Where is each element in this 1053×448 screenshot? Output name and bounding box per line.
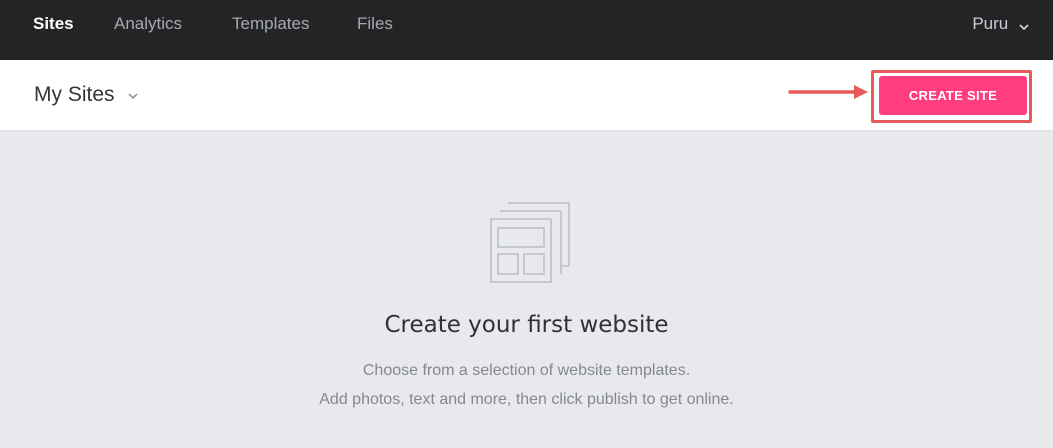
user-menu[interactable]: Puru: [972, 0, 1029, 48]
my-sites-dropdown[interactable]: My Sites: [34, 60, 138, 130]
empty-state-title: Create your first website: [384, 312, 669, 338]
annotation-arrow-icon: [788, 85, 868, 99]
chevron-down-icon: [1019, 1, 1029, 49]
nav-item-files[interactable]: Files: [357, 0, 393, 48]
nav-item-sites[interactable]: Sites: [33, 0, 74, 48]
top-nav-bar: Sites Analytics Templates Files Puru: [0, 0, 1053, 60]
user-name: Puru: [972, 14, 1009, 33]
nav-item-analytics[interactable]: Analytics: [114, 0, 182, 48]
empty-state-description-line-1: Choose from a selection of website templ…: [362, 362, 691, 379]
create-site-button[interactable]: CREATE SITE: [879, 76, 1027, 115]
chevron-down-icon: [128, 58, 138, 128]
empty-state-description-line-2: Add photos, text and more, then click pu…: [319, 391, 734, 408]
nav-item-templates[interactable]: Templates: [232, 0, 309, 48]
website-template-icon: [490, 202, 570, 283]
my-sites-title: My Sites: [34, 83, 115, 106]
